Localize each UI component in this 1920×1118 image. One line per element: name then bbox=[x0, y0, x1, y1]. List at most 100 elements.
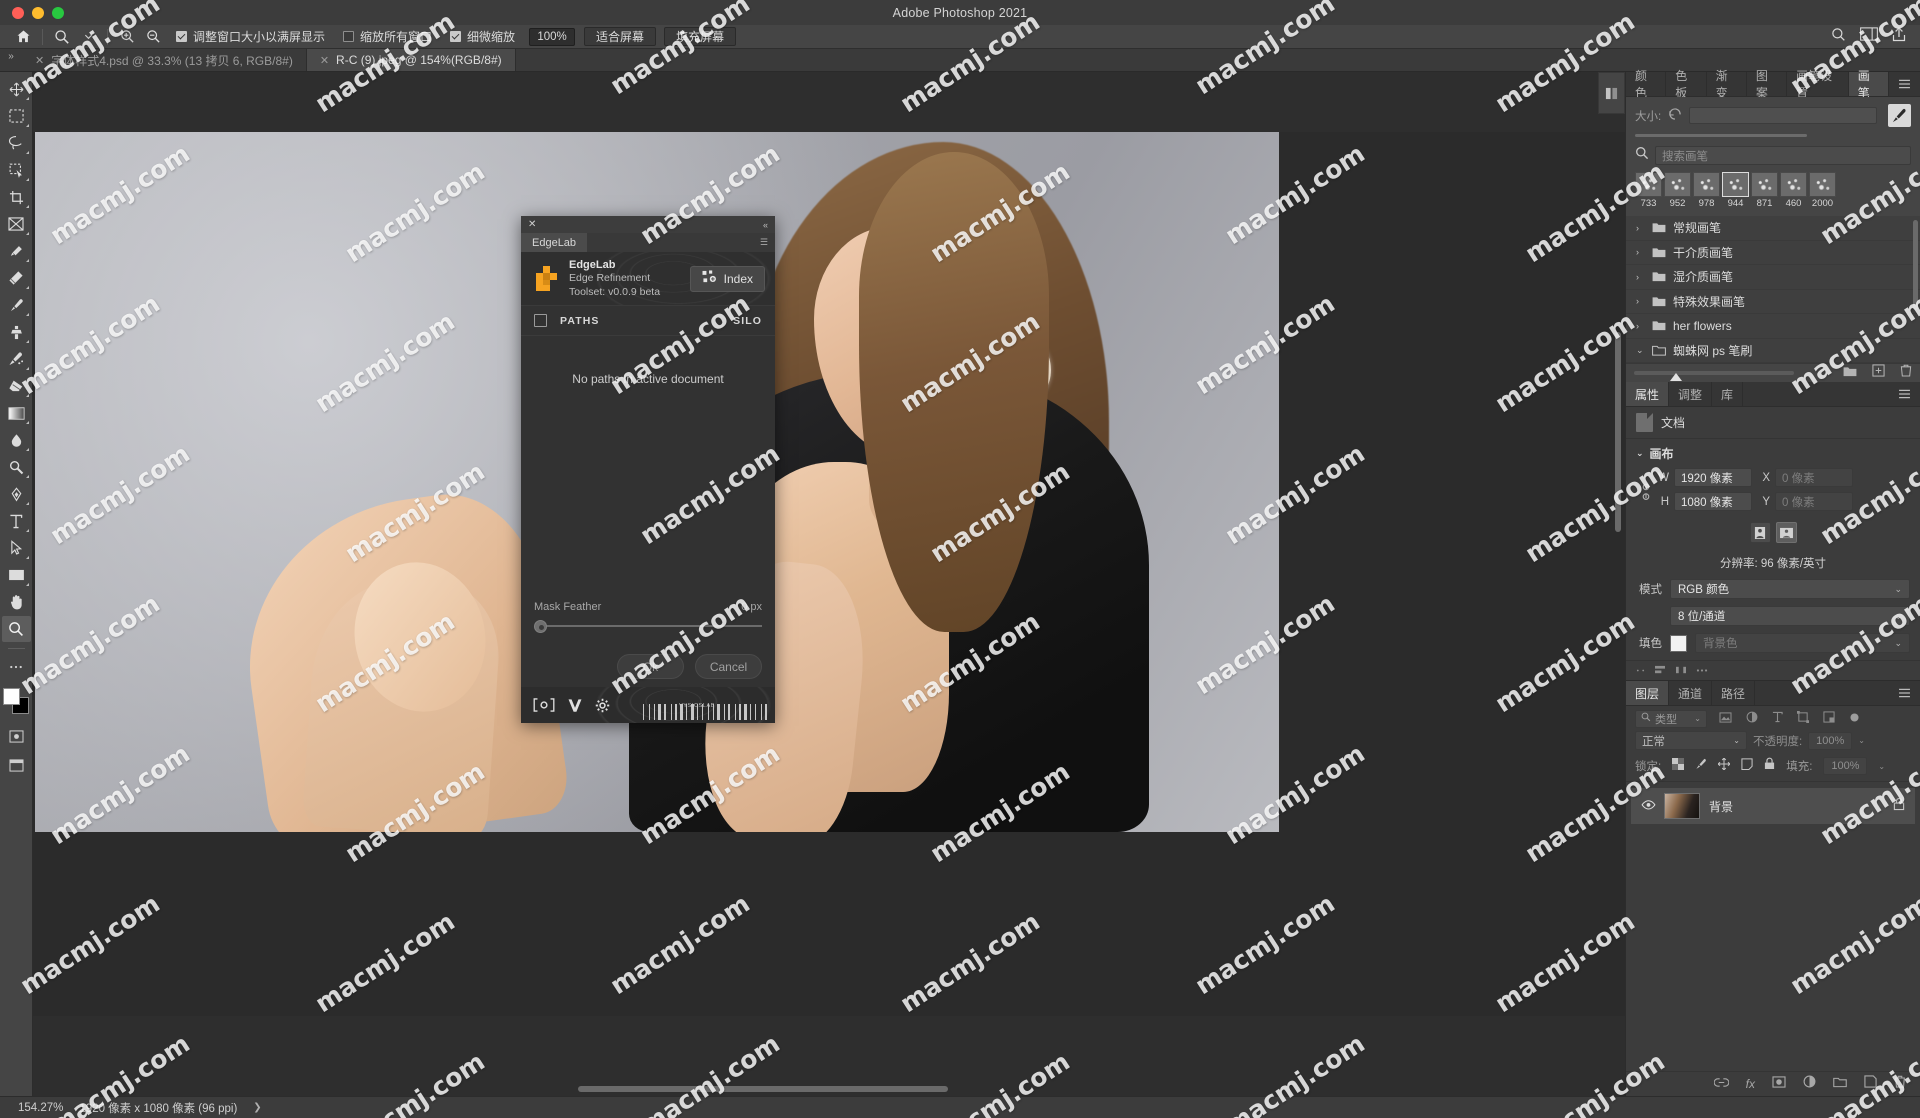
brush-preset[interactable]: 978 bbox=[1693, 172, 1720, 209]
mask-feather-slider[interactable] bbox=[534, 618, 762, 634]
fill-value[interactable]: 100% bbox=[1823, 757, 1868, 775]
history-brush-tool[interactable] bbox=[2, 346, 31, 372]
dodge-tool[interactable] bbox=[2, 454, 31, 480]
brush-tool[interactable] bbox=[2, 292, 31, 318]
chevron-right-icon[interactable]: › bbox=[1636, 223, 1645, 233]
lock-position-icon[interactable] bbox=[1717, 757, 1731, 775]
canvas-vertical-scrollbar[interactable] bbox=[1615, 332, 1621, 532]
brush-folder-item[interactable]: › 常规画笔 bbox=[1626, 216, 1920, 241]
tab-properties[interactable]: 属性 bbox=[1626, 382, 1670, 406]
foreground-color-swatch[interactable] bbox=[3, 688, 20, 705]
brush-search-input[interactable]: 搜索画笔 bbox=[1655, 146, 1911, 165]
chevron-right-icon[interactable]: › bbox=[1636, 321, 1645, 331]
ok-button[interactable]: Ok bbox=[617, 654, 684, 679]
panel-menu-icon[interactable] bbox=[1889, 681, 1920, 705]
tab-color[interactable]: 颜色 bbox=[1626, 69, 1667, 100]
gradient-tool[interactable] bbox=[2, 400, 31, 426]
brush-size-input[interactable] bbox=[1689, 107, 1877, 124]
edgelab-dialog[interactable]: ✕ « EdgeLab ☰ EdgeLab Edge Refinement To… bbox=[521, 216, 775, 723]
index-button[interactable]: Index bbox=[689, 265, 765, 292]
eyedropper-tool[interactable] bbox=[2, 238, 31, 264]
workspace-icon[interactable] bbox=[1860, 27, 1878, 46]
tab-paths[interactable]: 路径 bbox=[1712, 681, 1756, 705]
canvas-area[interactable] bbox=[33, 72, 1625, 1096]
v-logo-icon[interactable] bbox=[567, 698, 583, 713]
document-tab-2[interactable]: ✕ R-C (9).jpeg @ 154%(RGB/8#) bbox=[306, 49, 516, 71]
search-icon[interactable] bbox=[1831, 27, 1846, 47]
zoom-level-field[interactable]: 100% bbox=[529, 27, 576, 46]
height-input[interactable]: 1080 像素 bbox=[1674, 492, 1752, 511]
chevron-right-icon[interactable]: › bbox=[1636, 247, 1645, 257]
brush-preset[interactable]: 952 bbox=[1664, 172, 1691, 209]
paths-checkbox[interactable] bbox=[534, 314, 547, 327]
portrait-icon[interactable] bbox=[1749, 522, 1771, 543]
tab-brush-settings[interactable]: 画笔设置 bbox=[1787, 69, 1849, 100]
hand-tool[interactable] bbox=[2, 589, 31, 615]
chevron-down-icon[interactable] bbox=[75, 26, 101, 48]
filter-toggle-icon[interactable] bbox=[1849, 710, 1860, 728]
lock-transparency-icon[interactable] bbox=[1672, 757, 1685, 775]
close-icon[interactable]: ✕ bbox=[35, 54, 44, 67]
reset-icon[interactable] bbox=[1668, 107, 1682, 125]
tab-swatches[interactable]: 色板 bbox=[1666, 69, 1707, 100]
brush-size-slider[interactable] bbox=[1635, 134, 1807, 137]
cancel-button[interactable]: Cancel bbox=[695, 654, 762, 679]
more-icon[interactable] bbox=[1696, 662, 1708, 680]
new-layer-icon[interactable] bbox=[1864, 1075, 1877, 1093]
more-tools-icon[interactable] bbox=[2, 654, 31, 680]
type-filter-icon[interactable] bbox=[1772, 710, 1783, 728]
pixel-filter-icon[interactable] bbox=[1719, 710, 1732, 728]
document-tab-1[interactable]: ✕ 字体样式4.psd @ 33.3% (13 拷贝 6, RGB/8#) bbox=[22, 49, 307, 71]
frame-tool[interactable] bbox=[2, 211, 31, 237]
checkbox-box[interactable] bbox=[343, 31, 355, 42]
chevron-right-icon[interactable]: › bbox=[1636, 296, 1645, 306]
brush-folder-item[interactable]: › 干介质画笔 bbox=[1626, 241, 1920, 265]
layer-kind-select[interactable]: 类型 ⌄ bbox=[1635, 709, 1707, 728]
brush-preview-icon[interactable] bbox=[1888, 104, 1911, 127]
brush-zoom-slider[interactable] bbox=[1634, 371, 1794, 381]
zoom-in-icon[interactable] bbox=[114, 26, 140, 48]
brush-preset[interactable]: 733 bbox=[1635, 172, 1662, 209]
chevron-right-icon[interactable]: ❯ bbox=[253, 1102, 261, 1113]
bit-depth-select[interactable]: 8 位/通道 ⌄ bbox=[1670, 606, 1910, 626]
tab-adjustments[interactable]: 调整 bbox=[1669, 382, 1713, 406]
object-selection-tool[interactable] bbox=[2, 157, 31, 183]
crop-tool[interactable] bbox=[2, 184, 31, 210]
rectangular-marquee-tool[interactable] bbox=[2, 103, 31, 129]
brush-folder-item[interactable]: › 湿介质画笔 bbox=[1626, 265, 1920, 290]
new-group-icon[interactable] bbox=[1833, 1075, 1847, 1093]
canvas-section-header[interactable]: ⌄ 画布 bbox=[1626, 439, 1920, 464]
move-tool[interactable] bbox=[2, 76, 31, 102]
scrubby-zoom-checkbox[interactable]: 细微缩放 bbox=[450, 28, 515, 45]
zoom-tool[interactable] bbox=[1, 616, 31, 642]
fill-source-select[interactable]: 背景色 ⌄ bbox=[1695, 633, 1910, 653]
fit-window-checkbox[interactable]: 调整窗口大小以满屏显示 bbox=[176, 28, 325, 45]
tab-brushes[interactable]: 画笔 bbox=[1848, 69, 1889, 100]
width-input[interactable]: 1920 像素 bbox=[1674, 468, 1752, 487]
layer-row-background[interactable]: 背景 bbox=[1631, 788, 1915, 824]
brush-preset[interactable]: 2000 bbox=[1809, 172, 1836, 209]
fill-screen-button[interactable]: 填充屏幕 bbox=[664, 27, 737, 46]
shape-filter-icon[interactable] bbox=[1797, 710, 1809, 728]
tab-edgelab[interactable]: EdgeLab bbox=[521, 233, 588, 252]
adjustment-filter-icon[interactable] bbox=[1746, 710, 1758, 728]
chevron-right-icon[interactable]: › bbox=[1636, 272, 1645, 282]
chevron-right-icon[interactable]: » bbox=[0, 49, 22, 71]
collapse-icon[interactable]: « bbox=[763, 220, 775, 230]
lock-image-icon[interactable] bbox=[1695, 757, 1707, 775]
close-icon[interactable]: ✕ bbox=[521, 219, 536, 230]
adjustment-icon[interactable] bbox=[1803, 1075, 1816, 1093]
zoom-tool-icon[interactable] bbox=[49, 26, 75, 48]
new-brush-icon[interactable] bbox=[1872, 364, 1885, 382]
panel-menu-icon[interactable] bbox=[1889, 72, 1920, 96]
brush-preset[interactable]: 871 bbox=[1751, 172, 1778, 209]
canvas-horizontal-scrollbar[interactable] bbox=[578, 1086, 948, 1092]
brush-folder-item[interactable]: › 特殊效果画笔 bbox=[1626, 290, 1920, 314]
panel-menu-icon[interactable]: ☰ bbox=[760, 237, 769, 248]
rectangle-tool[interactable] bbox=[2, 562, 31, 588]
lock-artboard-icon[interactable] bbox=[1741, 757, 1753, 775]
brush-preset-selected[interactable]: 944 bbox=[1722, 172, 1749, 209]
color-mode-select[interactable]: RGB 颜色 ⌄ bbox=[1670, 579, 1910, 599]
new-folder-icon[interactable] bbox=[1843, 364, 1857, 382]
slider-handle[interactable] bbox=[534, 619, 547, 633]
